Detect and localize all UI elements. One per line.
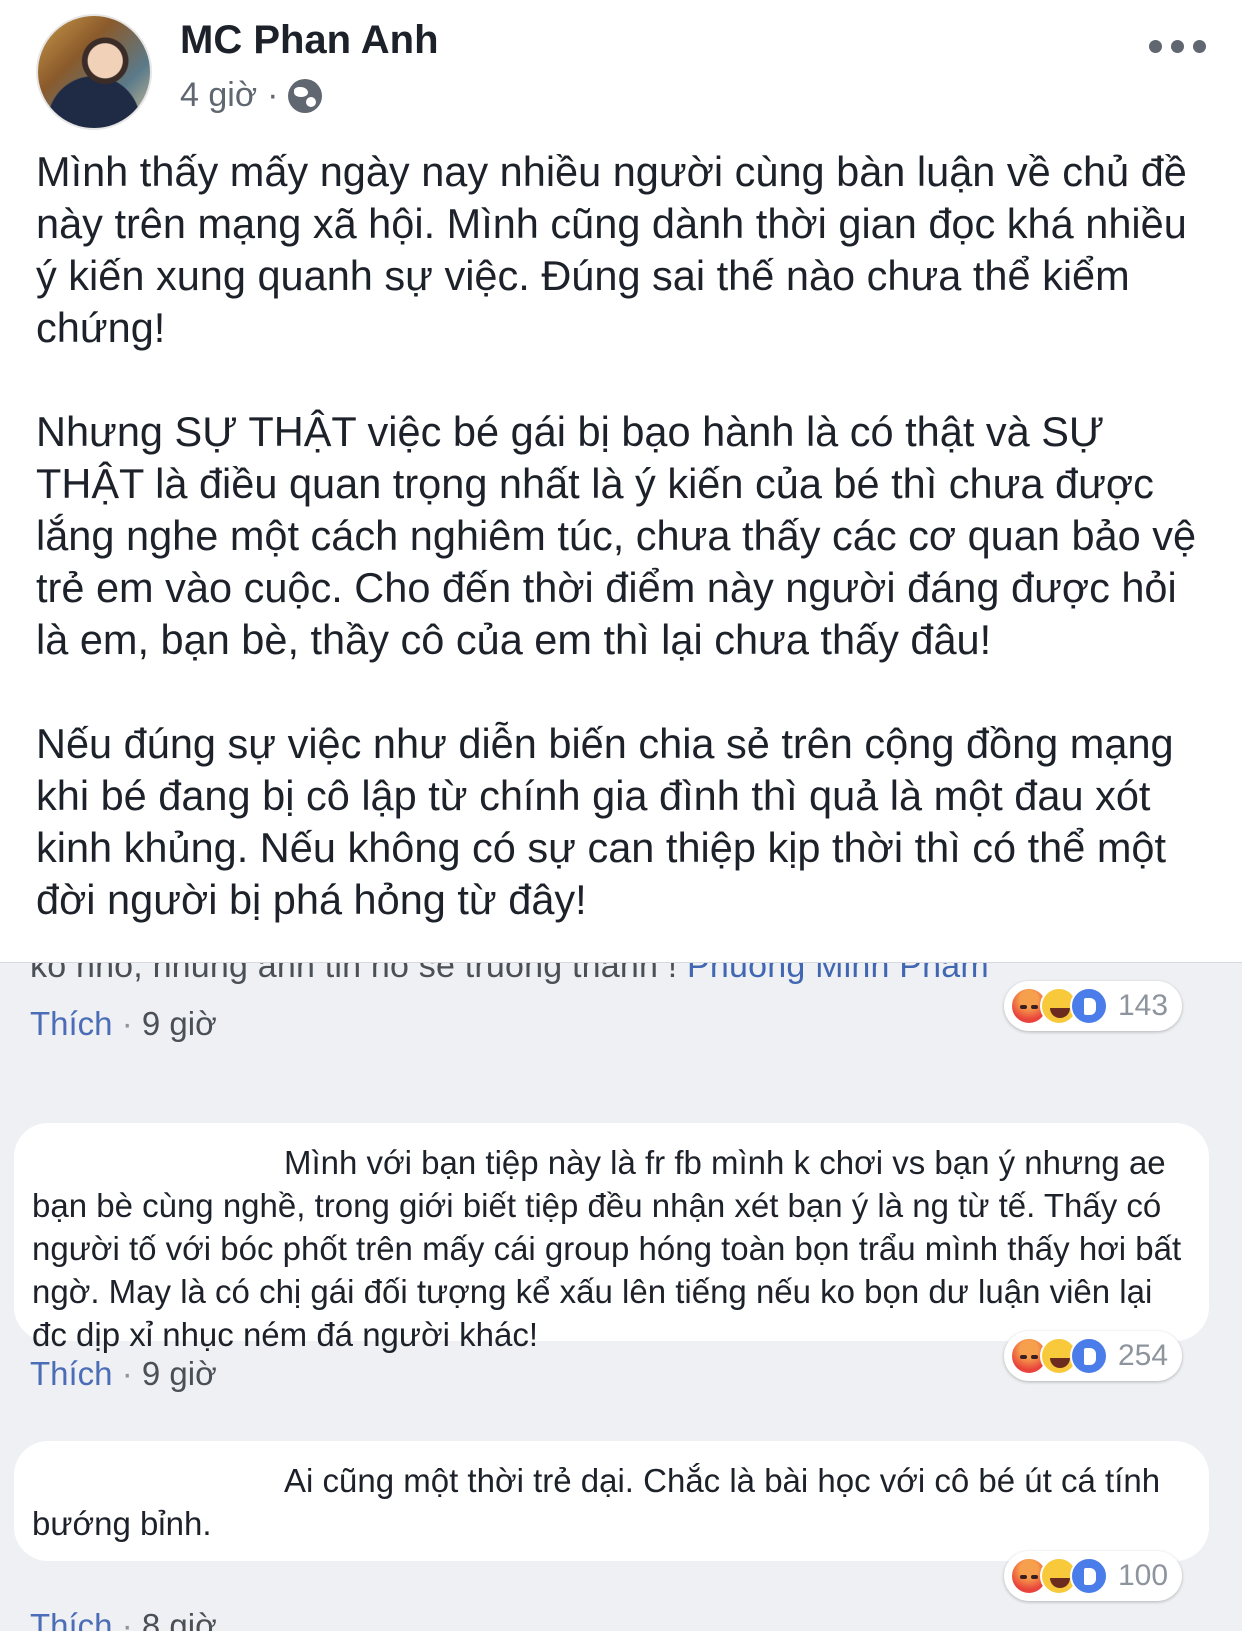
action-separator: · bbox=[121, 1005, 142, 1042]
avatar[interactable] bbox=[36, 14, 152, 130]
comment-actions: Thích · 9 giờ bbox=[30, 1005, 217, 1043]
reaction-count: 254 bbox=[1118, 1339, 1169, 1372]
post-paragraph: Mình thấy mấy ngày nay nhiều người cùng … bbox=[36, 148, 1187, 351]
author-name[interactable]: MC Phan Anh bbox=[180, 18, 439, 63]
mention-tag[interactable]: Phuong Minh Pham bbox=[687, 963, 989, 985]
comment-bubble: Ai cũng một thời trẻ dại. Chắc là bài họ… bbox=[14, 1441, 1209, 1561]
comment-time[interactable]: 8 giờ bbox=[142, 1607, 217, 1631]
reaction-count: 143 bbox=[1118, 989, 1169, 1022]
post-meta: 4 giờ · bbox=[180, 76, 323, 115]
comment-text: Mình với bạn tiệp này là fr fb mình k ch… bbox=[32, 1144, 1182, 1353]
post-paragraph: Nhưng SỰ THẬT việc bé gái bị bạo hành là… bbox=[36, 408, 1197, 663]
comment-time[interactable]: 9 giờ bbox=[142, 1005, 217, 1042]
post-time[interactable]: 4 giờ bbox=[180, 76, 257, 115]
cropped-comment-text: ko nho, nhung anh tin no se truong thanh… bbox=[30, 962, 989, 986]
comment-time[interactable]: 9 giờ bbox=[142, 1355, 217, 1392]
comments-screenshot: ko nho, nhung anh tin no se truong thanh… bbox=[0, 962, 1242, 1631]
cropped-text: ko nho, nhung anh tin no se truong thanh… bbox=[30, 962, 678, 985]
post-paragraph: Nếu đúng sự việc như diễn biến chia sẻ t… bbox=[36, 720, 1174, 923]
like-link[interactable]: Thích bbox=[30, 1005, 113, 1042]
action-separator: · bbox=[121, 1607, 142, 1631]
reaction-count: 100 bbox=[1118, 1559, 1169, 1592]
reaction-summary[interactable]: 143 bbox=[1004, 981, 1183, 1031]
meta-separator: · bbox=[267, 76, 279, 114]
like-link[interactable]: Thích bbox=[30, 1607, 113, 1631]
post-body: Mình thấy mấy ngày nay nhiều người cùng … bbox=[36, 146, 1216, 926]
like-icon bbox=[1070, 1557, 1108, 1595]
comment-actions: Thích · 8 giờ bbox=[30, 1607, 217, 1631]
comment-actions: Thích · 9 giờ bbox=[30, 1355, 217, 1393]
like-icon bbox=[1070, 987, 1108, 1025]
comment-text: Ai cũng một thời trẻ dại. Chắc là bài họ… bbox=[32, 1462, 1161, 1542]
comment-bubble: Mình với bạn tiệp này là fr fb mình k ch… bbox=[14, 1123, 1209, 1353]
reaction-summary[interactable]: 100 bbox=[1004, 1551, 1183, 1601]
action-separator: · bbox=[121, 1355, 142, 1392]
globe-icon bbox=[288, 78, 323, 113]
post-header: MC Phan Anh 4 giờ · bbox=[0, 0, 1242, 140]
like-icon bbox=[1070, 1337, 1108, 1375]
more-icon[interactable] bbox=[1149, 40, 1206, 53]
reaction-summary[interactable]: 254 bbox=[1004, 1331, 1183, 1381]
like-link[interactable]: Thích bbox=[30, 1355, 113, 1392]
